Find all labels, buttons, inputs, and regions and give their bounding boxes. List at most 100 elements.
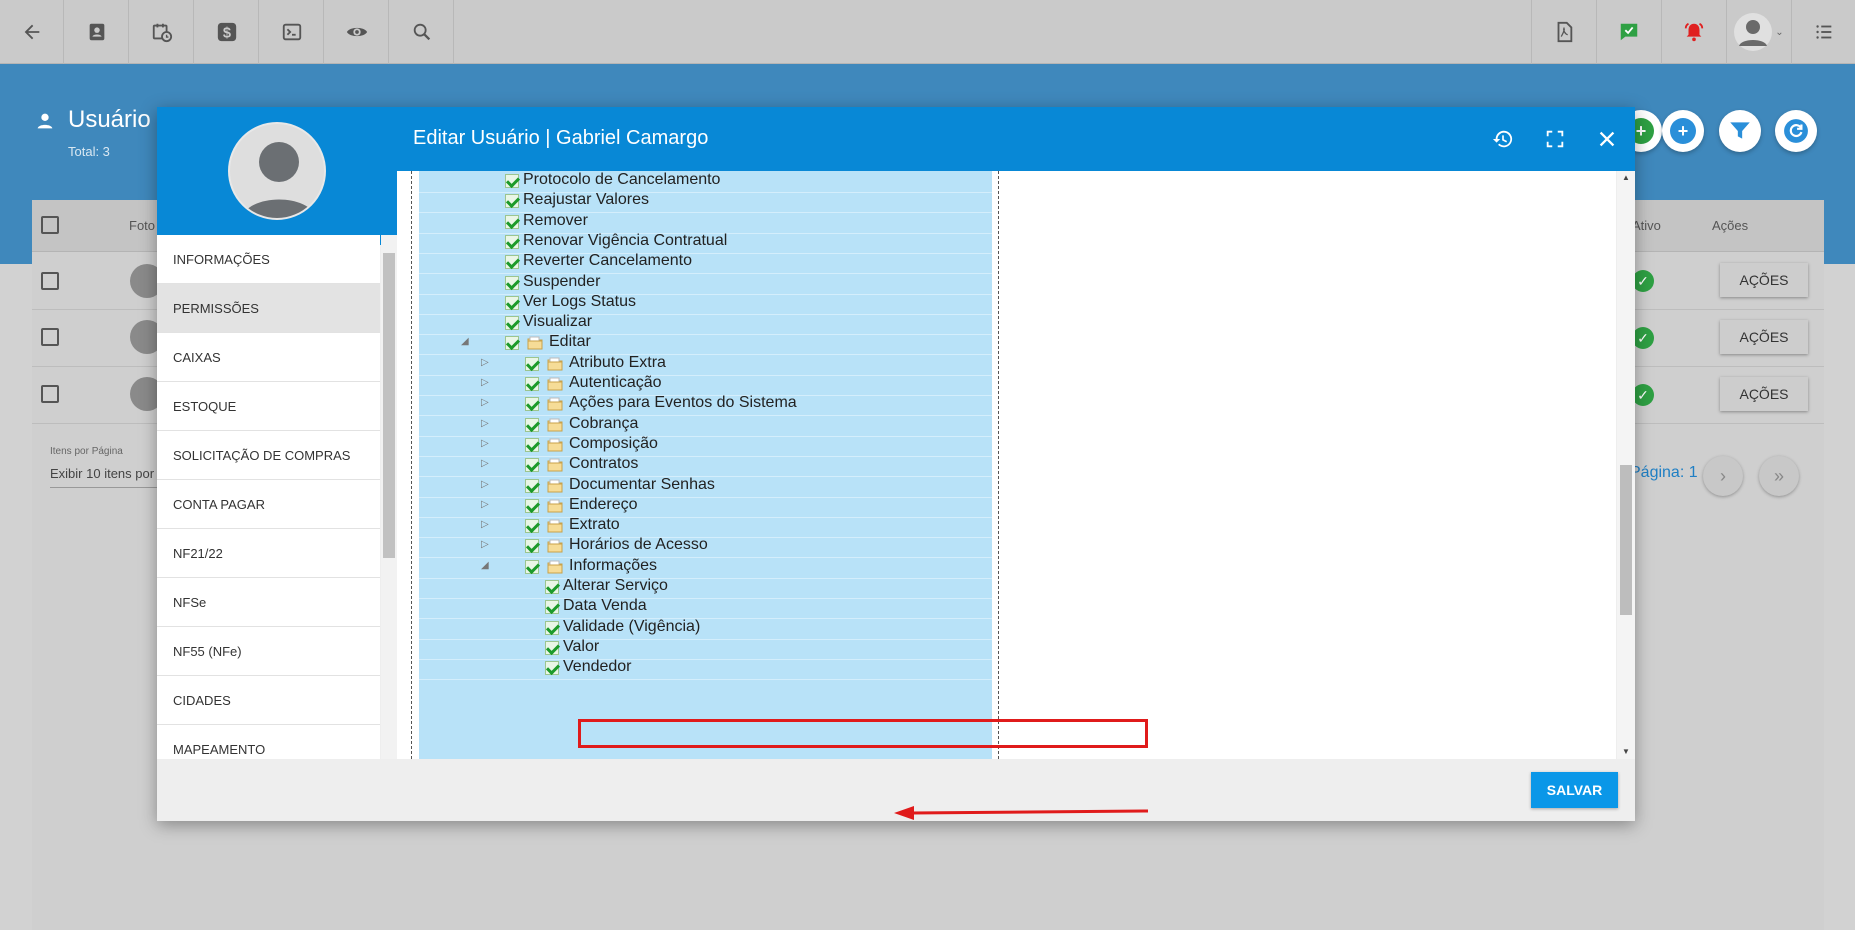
tree-checkbox[interactable] xyxy=(505,275,519,290)
tree-checkbox[interactable] xyxy=(525,377,539,391)
tree-node-label: Extrato xyxy=(569,516,620,534)
expand-icon[interactable]: ▷ xyxy=(481,479,489,490)
acoes-button[interactable]: AÇÕES xyxy=(1720,320,1808,354)
sidebar-item-cidades[interactable]: CIDADES xyxy=(157,676,380,725)
expand-icon[interactable]: ▷ xyxy=(481,377,489,388)
filter-button[interactable] xyxy=(1719,110,1761,152)
eye-icon[interactable] xyxy=(325,0,389,64)
tree-checkbox[interactable] xyxy=(525,458,539,473)
expand-icon[interactable]: ▷ xyxy=(481,458,489,469)
tree-checkbox[interactable] xyxy=(545,600,559,615)
chevron-down-icon: ⌄ xyxy=(1775,26,1784,38)
tree-checkbox[interactable] xyxy=(545,580,559,594)
terminal-icon[interactable] xyxy=(260,0,324,64)
tree-checkbox[interactable] xyxy=(505,234,519,249)
pdf-icon[interactable] xyxy=(1531,0,1595,64)
tree-checkbox[interactable] xyxy=(505,316,519,331)
tree-checkbox[interactable] xyxy=(525,519,539,534)
sidebar-item-nf55-nfe[interactable]: NF55 (NFe) xyxy=(157,627,380,676)
row-checkbox[interactable] xyxy=(41,385,59,403)
expand-icon[interactable]: ▷ xyxy=(481,418,489,429)
chat-check-icon[interactable] xyxy=(1596,0,1660,64)
back-arrow-icon[interactable] xyxy=(0,0,64,64)
tree-checkbox[interactable] xyxy=(545,661,559,676)
sidebar-item-caixas[interactable]: CAIXAS xyxy=(157,333,380,382)
pagination-label: Página: 1 xyxy=(1630,464,1698,481)
row-checkbox[interactable] xyxy=(41,328,59,346)
tree-checkbox[interactable] xyxy=(505,174,519,188)
folder-icon xyxy=(547,538,563,553)
contact-card-icon[interactable] xyxy=(65,0,129,64)
expand-icon[interactable]: ▷ xyxy=(481,499,489,510)
add-user-button[interactable]: + xyxy=(1662,110,1704,152)
folder-icon xyxy=(547,457,563,472)
user-avatar-icon[interactable]: ⌄ xyxy=(1726,0,1790,64)
expand-icon[interactable]: ▷ xyxy=(481,438,489,449)
tree-checkbox[interactable] xyxy=(545,640,559,655)
tree-checkbox[interactable] xyxy=(525,539,539,554)
modal-header: Editar Usuário | Gabriel Camargo xyxy=(157,107,1635,171)
tree-node-label: Ver Logs Status xyxy=(523,292,636,310)
fullscreen-icon[interactable] xyxy=(1543,127,1567,151)
refresh-button[interactable] xyxy=(1775,110,1817,152)
scroll-up-icon[interactable]: ▲ xyxy=(1622,173,1630,182)
folder-icon xyxy=(547,437,563,452)
expand-icon[interactable]: ▷ xyxy=(481,539,489,550)
tree-node-label: Endereço xyxy=(569,495,638,513)
tree-checkbox[interactable] xyxy=(525,417,539,432)
top-toolbar: $ ⌄ xyxy=(0,0,1855,64)
header-ativo: Ativo xyxy=(1632,218,1661,233)
tree-checkbox[interactable] xyxy=(525,437,539,452)
row-checkbox[interactable] xyxy=(41,272,59,290)
acoes-button[interactable]: AÇÕES xyxy=(1720,377,1808,411)
scroll-down-icon[interactable]: ▼ xyxy=(1622,747,1630,756)
sidebar-item-solicita-o-de-compras[interactable]: SOLICITAÇÃO DE COMPRAS xyxy=(157,431,380,480)
active-check-icon: ✓ xyxy=(1632,327,1654,349)
tree-node-label: Protocolo de Cancelamento xyxy=(523,171,721,188)
collapse-icon[interactable]: ◢ xyxy=(461,336,469,347)
collapse-icon[interactable]: ◢ xyxy=(481,560,489,571)
tree-checkbox[interactable] xyxy=(505,255,519,270)
close-icon[interactable] xyxy=(1595,127,1619,151)
expand-icon[interactable]: ▷ xyxy=(481,397,489,408)
calendar-clock-icon[interactable] xyxy=(130,0,194,64)
tree-node-label: Vendedor xyxy=(563,658,632,676)
alarm-bell-icon[interactable] xyxy=(1661,0,1725,64)
expand-icon[interactable]: ▷ xyxy=(481,357,489,368)
tree-checkbox[interactable] xyxy=(505,214,519,229)
tree-node[interactable]: Vendedor xyxy=(419,656,992,681)
tree-node-label: Atributo Extra xyxy=(569,353,666,371)
tree-checkbox[interactable] xyxy=(545,620,559,635)
sidebar-item-estoque[interactable]: ESTOQUE xyxy=(157,382,380,431)
last-page-button[interactable]: » xyxy=(1759,456,1799,496)
sidebar-item-informa-es[interactable]: INFORMAÇÕES xyxy=(157,235,380,284)
expand-icon[interactable]: ▷ xyxy=(481,519,489,530)
search-icon[interactable] xyxy=(390,0,454,64)
tree-checkbox[interactable] xyxy=(505,295,519,310)
tree-checkbox[interactable] xyxy=(525,559,539,574)
sidebar-item-nf21-22[interactable]: NF21/22 xyxy=(157,529,380,578)
tree-checkbox[interactable] xyxy=(505,194,519,209)
refresh-icon xyxy=(1784,119,1808,143)
items-per-page-select[interactable]: Exibir 10 itens por xyxy=(50,466,160,488)
sidebar-item-mapeamento[interactable]: MAPEAMENTO xyxy=(157,725,380,759)
select-all-checkbox[interactable] xyxy=(41,216,59,234)
highlight-box xyxy=(578,719,1148,748)
sidebar-item-conta-pagar[interactable]: CONTA PAGAR xyxy=(157,480,380,529)
save-button[interactable]: SALVAR xyxy=(1531,772,1618,808)
tree-checkbox[interactable] xyxy=(505,336,519,351)
list-menu-icon[interactable] xyxy=(1791,0,1855,64)
acoes-button[interactable]: AÇÕES xyxy=(1720,263,1808,297)
sidebar-item-permiss-es[interactable]: PERMISSÕES xyxy=(157,284,380,333)
tree-scroll-thumb[interactable] xyxy=(1620,465,1632,615)
tree-checkbox[interactable] xyxy=(525,356,539,371)
dollar-icon[interactable]: $ xyxy=(195,0,259,64)
tree-checkbox[interactable] xyxy=(525,498,539,513)
sidebar-scroll-thumb[interactable] xyxy=(383,253,395,558)
sidebar-item-nfse[interactable]: NFSe xyxy=(157,578,380,627)
history-icon[interactable] xyxy=(1491,127,1515,151)
tree-checkbox[interactable] xyxy=(525,397,539,412)
tree-checkbox[interactable] xyxy=(525,478,539,493)
folder-icon xyxy=(547,498,563,513)
next-page-button[interactable]: › xyxy=(1703,456,1743,496)
